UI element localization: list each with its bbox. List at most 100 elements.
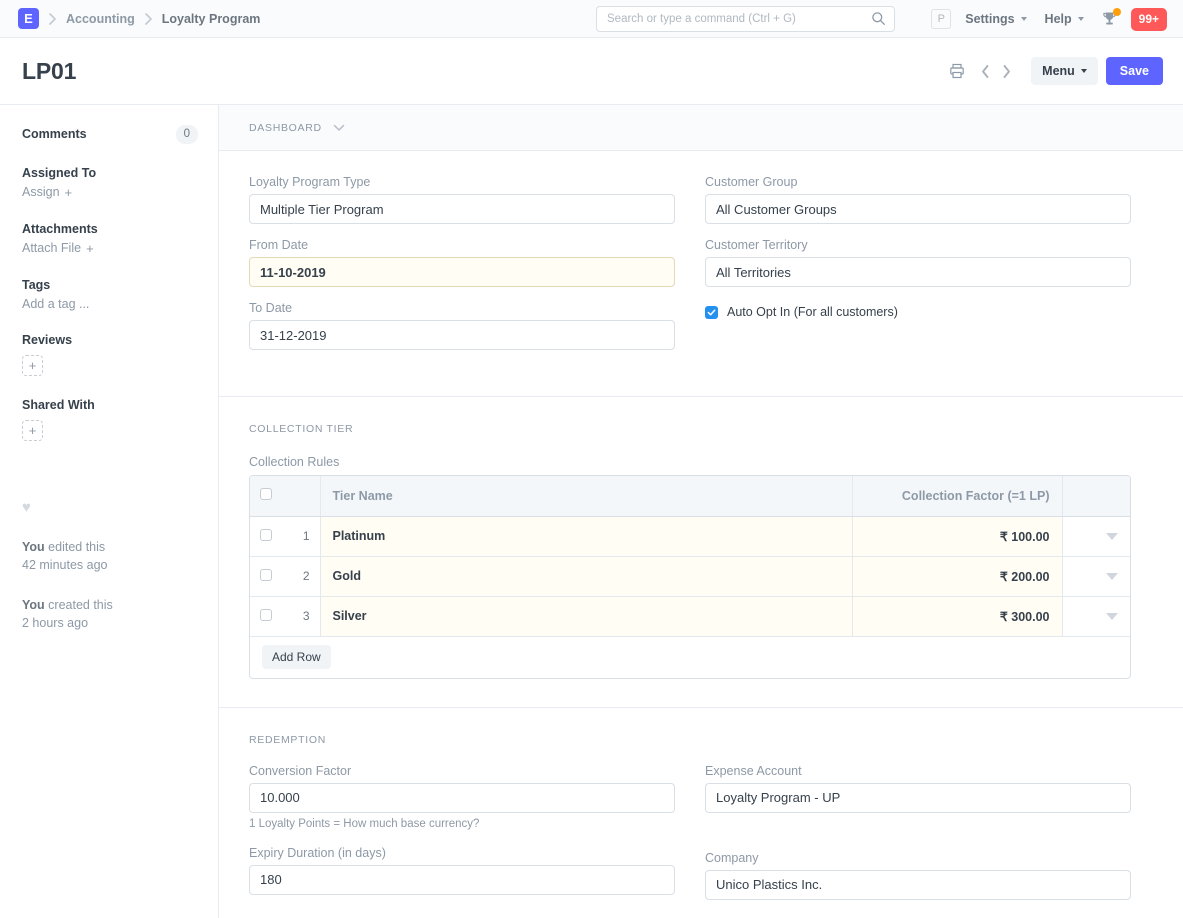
sidebar: Comments 0 Assigned To Assign + Attachme…	[0, 105, 219, 918]
section-redemption: REDEMPTION Conversion Factor 1 Loyalty P…	[219, 708, 1183, 918]
next-record-icon[interactable]	[996, 64, 1017, 79]
add-row-button[interactable]: Add Row	[262, 645, 331, 669]
row-tier-name[interactable]: Gold	[320, 556, 853, 597]
field-auto-opt-in: Auto Opt In (For all customers)	[705, 305, 1131, 319]
select-all-checkbox[interactable]	[260, 488, 272, 501]
title-actions: Menu Save	[945, 57, 1163, 85]
sidebar-comments[interactable]: Comments 0	[22, 125, 198, 144]
row-tier-name[interactable]: Silver	[320, 596, 853, 637]
collection-factor-header: Collection Factor (=1 LP)	[852, 476, 1063, 517]
avatar[interactable]: P	[931, 9, 952, 29]
sidebar-tags: Tags Add a tag ...	[22, 278, 198, 311]
field-expiry-duration: Expiry Duration (in days)	[249, 846, 675, 895]
notification-count-badge[interactable]: 99+	[1130, 7, 1167, 31]
expense-account-input[interactable]	[705, 782, 1131, 813]
conversion-factor-hint: 1 Loyalty Points = How much base currenc…	[249, 817, 480, 830]
row-collection-factor[interactable]: ₹ 200.00	[852, 556, 1063, 597]
row-expand-cell	[1062, 516, 1130, 557]
row-checkbox[interactable]	[260, 568, 272, 581]
table-row[interactable]: 2 Gold ₹ 200.00	[250, 556, 1130, 597]
row-collection-factor[interactable]: ₹ 100.00	[852, 516, 1063, 557]
edited-time: 42 minutes ago	[22, 558, 108, 573]
help-label: Help	[1044, 12, 1072, 26]
menu-button[interactable]: Menu	[1031, 57, 1098, 85]
to-date-label: To Date	[249, 301, 293, 315]
edited-meta: You edited this 42 minutes ago	[22, 538, 198, 574]
dashboard-right-column: Customer Group Customer Territory Auto O…	[705, 175, 1131, 364]
chevron-down-icon-row[interactable]	[1106, 533, 1118, 540]
page-titlebar: LP01 Menu Save	[0, 38, 1183, 105]
redemption-right-column: Expense Account Company	[705, 764, 1131, 914]
field-from-date: From Date	[249, 238, 675, 287]
to-date-input[interactable]	[249, 320, 675, 350]
search-input[interactable]	[596, 6, 895, 32]
global-search	[596, 6, 895, 32]
created-text: created this	[44, 598, 113, 613]
created-meta: You created this 2 hours ago	[22, 596, 198, 632]
company-input[interactable]	[705, 869, 1131, 900]
chevron-down-icon-row[interactable]	[1106, 573, 1118, 580]
breadcrumb-loyalty-program[interactable]: Loyalty Program	[162, 12, 261, 26]
sidebar-attachments: Attachments Attach File +	[22, 222, 198, 256]
expiry-duration-input[interactable]	[249, 864, 675, 895]
add-review-button[interactable]: +	[22, 354, 43, 376]
sidebar-reviews: Reviews +	[22, 333, 198, 376]
edited-by: You	[22, 539, 45, 554]
field-company: Company	[705, 851, 1131, 900]
attach-file-button[interactable]: Attach File +	[22, 241, 198, 256]
collection-rules-grid: Tier Name Collection Factor (=1 LP) 1 Pl…	[249, 475, 1131, 679]
dashboard-section-title: DASHBOARD	[249, 121, 322, 134]
tags-label: Tags	[22, 277, 51, 292]
assign-button[interactable]: Assign +	[22, 185, 198, 200]
chevron-down-icon	[1020, 17, 1027, 21]
top-navbar: E Accounting Loyalty Program P Settings …	[0, 0, 1183, 38]
row-expand-cell	[1062, 596, 1130, 637]
select-all-header	[250, 476, 282, 517]
breadcrumb-chevron-icon	[48, 12, 57, 25]
attachments-label: Attachments	[22, 221, 98, 236]
save-button[interactable]: Save	[1105, 57, 1163, 85]
table-row[interactable]: 3 Silver ₹ 300.00	[250, 596, 1130, 637]
settings-menu[interactable]: Settings	[965, 12, 1027, 26]
loyalty-program-type-input[interactable]	[249, 194, 675, 224]
customer-group-input[interactable]	[705, 194, 1131, 224]
table-row[interactable]: 1 Platinum ₹ 100.00	[250, 516, 1130, 557]
chevron-down-icon-2	[1077, 17, 1084, 21]
app-logo-icon[interactable]: E	[18, 8, 39, 29]
previous-record-icon[interactable]	[975, 64, 996, 79]
breadcrumb-accounting[interactable]: Accounting	[66, 12, 135, 26]
print-icon[interactable]	[945, 63, 969, 79]
dashboard-left-column: Loyalty Program Type From Date To Date	[249, 175, 675, 364]
field-conversion-factor: Conversion Factor 1 Loyalty Points = How…	[249, 764, 675, 830]
from-date-input[interactable]	[249, 257, 675, 287]
index-header	[282, 476, 321, 517]
plus-icon-2: +	[86, 240, 94, 256]
row-tier-name[interactable]: Platinum	[320, 516, 853, 557]
conversion-factor-input[interactable]	[249, 782, 675, 813]
expense-account-label: Expense Account	[705, 763, 802, 778]
add-share-button[interactable]: +	[22, 419, 43, 441]
section-header-dashboard[interactable]: DASHBOARD	[219, 105, 1183, 151]
chevron-down-icon-row[interactable]	[1106, 613, 1118, 620]
row-checkbox[interactable]	[260, 528, 272, 541]
field-customer-group: Customer Group	[705, 175, 1131, 224]
row-index: 2	[282, 556, 321, 597]
chevron-down-icon-dashboard	[333, 124, 345, 132]
field-expense-account: Expense Account	[705, 764, 1131, 813]
auto-opt-in-label: Auto Opt In (For all customers)	[727, 305, 898, 319]
auto-opt-in-checkbox[interactable]	[705, 305, 718, 319]
customer-territory-input[interactable]	[705, 257, 1131, 287]
row-actions-header	[1062, 476, 1130, 517]
row-collection-factor[interactable]: ₹ 300.00	[852, 596, 1063, 637]
achievements-button[interactable]	[1102, 8, 1121, 27]
row-expand-cell	[1062, 556, 1130, 597]
row-checkbox[interactable]	[260, 608, 272, 621]
help-menu[interactable]: Help	[1045, 12, 1084, 26]
created-time: 2 hours ago	[22, 616, 89, 631]
section-collection-tier: COLLECTION TIER Collection Rules Tier Na…	[219, 397, 1183, 708]
add-tag-input[interactable]: Add a tag ...	[22, 297, 198, 311]
sidebar-shared-with: Shared With +	[22, 398, 198, 441]
customer-group-label: Customer Group	[705, 175, 798, 189]
like-heart-icon[interactable]: ♥	[22, 499, 198, 516]
row-select-cell	[250, 556, 282, 597]
